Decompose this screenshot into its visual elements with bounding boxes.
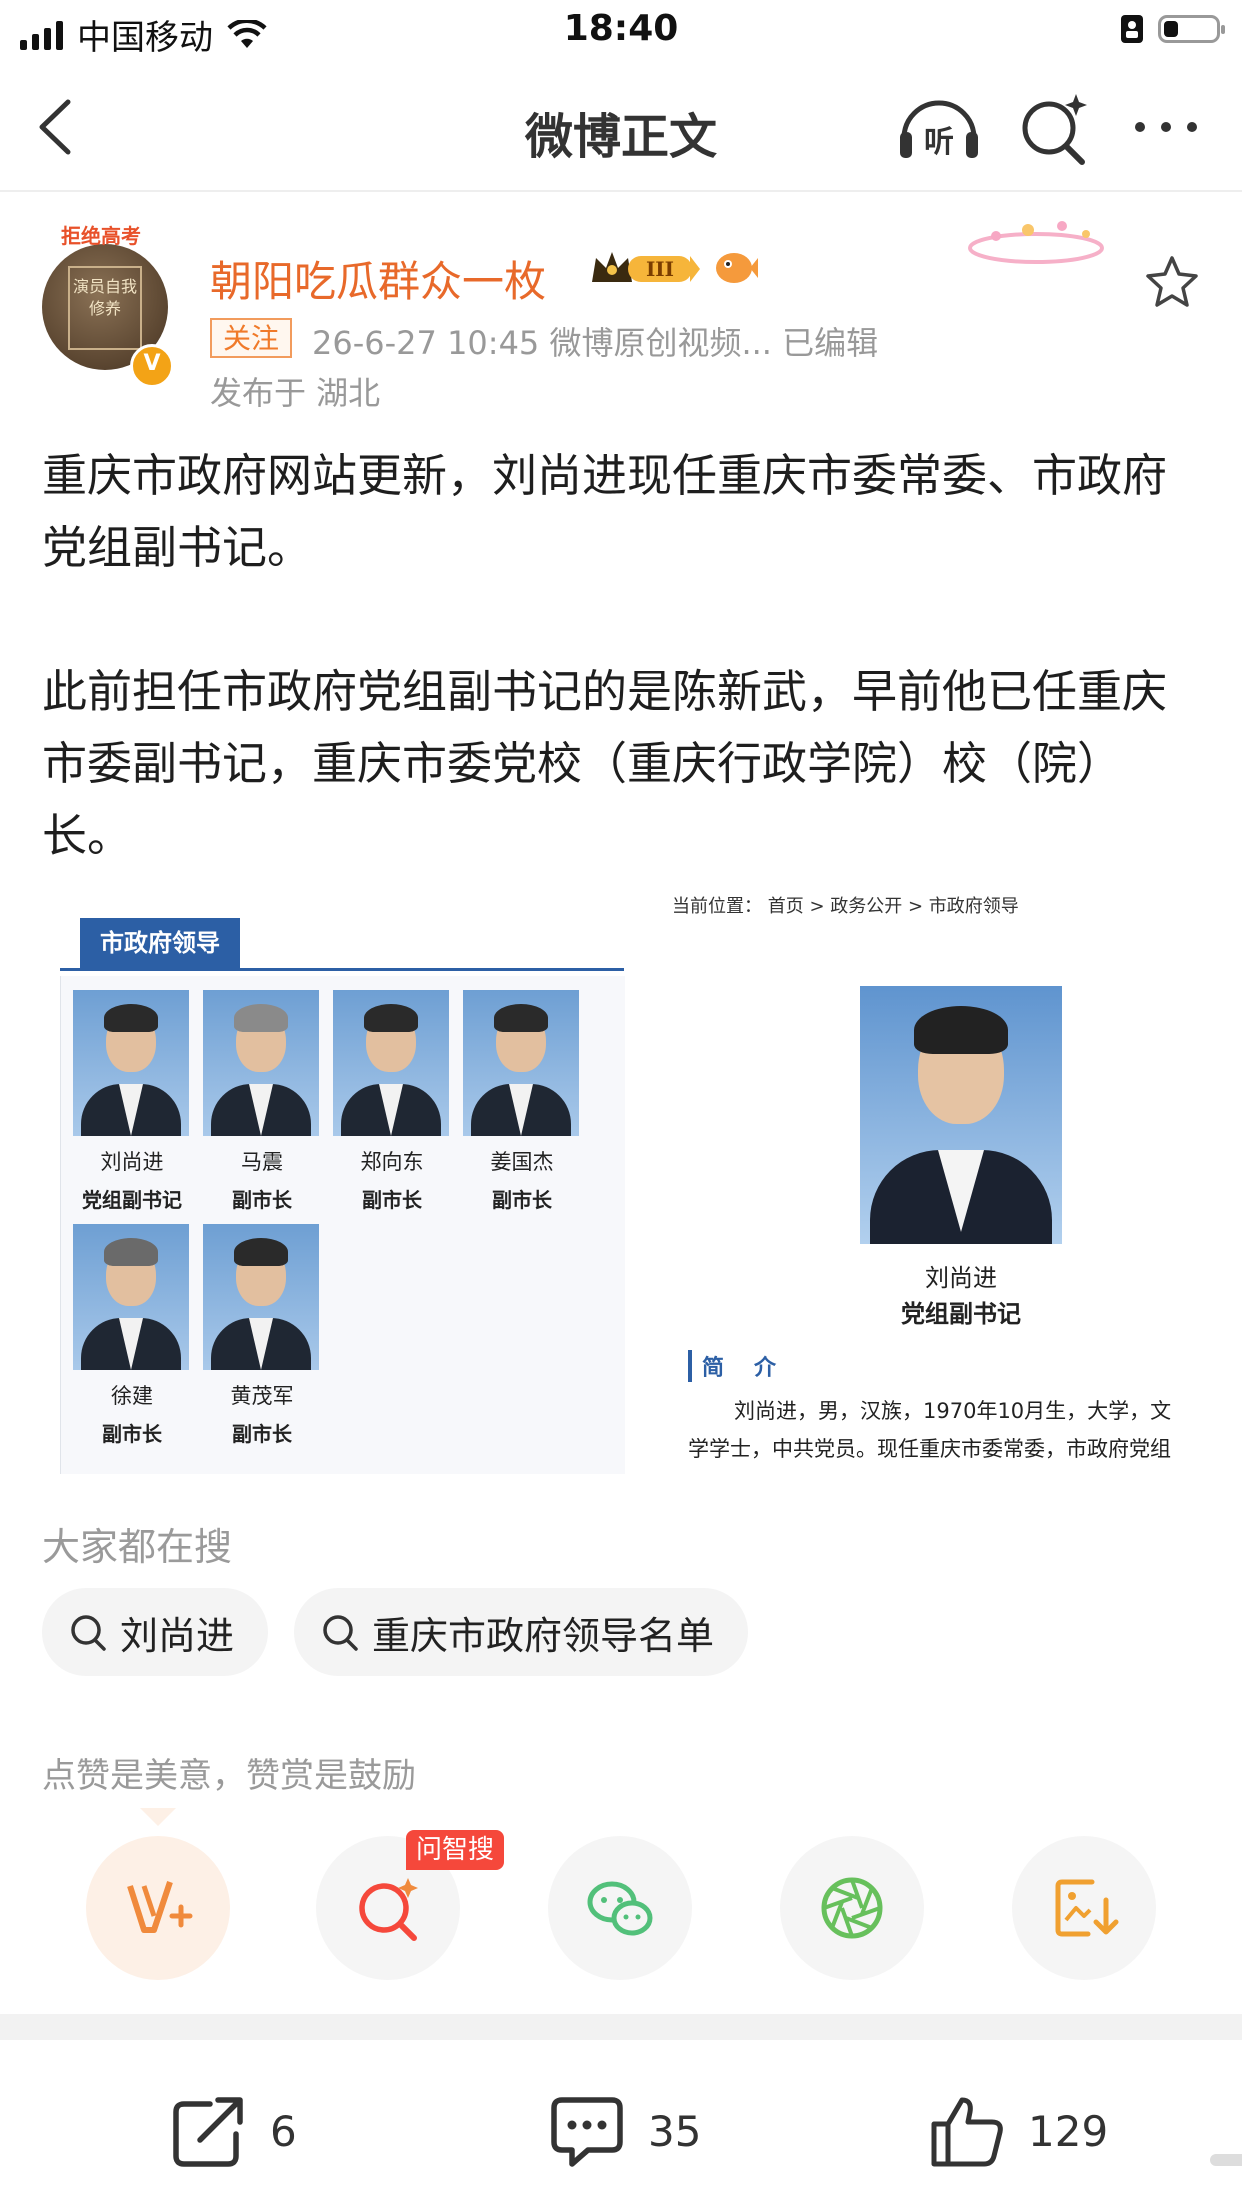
leader-photo bbox=[463, 990, 579, 1136]
leader-card: 姜国杰 副市长 bbox=[463, 990, 581, 1213]
save-image-icon bbox=[1055, 1879, 1119, 1937]
leader-photo bbox=[203, 1224, 319, 1370]
follow-tag[interactable]: 关注 bbox=[210, 318, 292, 358]
post-meta: 26-6-27 10:45 微博原创视频... 已编辑 bbox=[312, 324, 879, 362]
save-image-button[interactable] bbox=[1012, 1836, 1156, 1980]
post-body: 重庆市政府网站更新，刘尚进现任重庆市委常委、市政府党组副书记。 此前担任市政府党… bbox=[42, 440, 1202, 944]
comment-count: 35 bbox=[648, 2106, 702, 2156]
verified-badge-icon: V bbox=[130, 344, 174, 388]
wechat-share-button[interactable] bbox=[548, 1836, 692, 1980]
search-chip[interactable]: 刘尚进 bbox=[42, 1588, 269, 1676]
leader-photo bbox=[203, 990, 319, 1136]
leader-photo bbox=[73, 990, 189, 1136]
status-time: 18:40 bbox=[563, 8, 679, 49]
intro-heading: 简介 bbox=[688, 1350, 806, 1382]
moments-share-button[interactable] bbox=[780, 1836, 924, 1980]
favorite-star-icon[interactable] bbox=[1142, 252, 1202, 312]
decoration-icon bbox=[968, 221, 1104, 264]
profile-title: 党组副书记 bbox=[901, 1300, 1021, 1328]
post-location: 发布于 湖北 bbox=[210, 374, 381, 412]
leader-photo bbox=[333, 990, 449, 1136]
svg-text:III: III bbox=[646, 257, 674, 281]
repost-button[interactable]: 6 bbox=[170, 2094, 297, 2168]
moments-aperture-icon bbox=[821, 1877, 883, 1939]
search-icon bbox=[71, 1615, 106, 1651]
author-header: 演员自我修养 拒绝高考 V 朝阳吃瓜群众一枚 III 关注 26-6-27 10… bbox=[0, 192, 1242, 412]
ai-search-icon bbox=[359, 1878, 418, 1941]
reward-button[interactable] bbox=[86, 1836, 230, 1980]
status-bar: 中国移动 18:40 bbox=[0, 0, 1242, 64]
battery-icon bbox=[1158, 15, 1225, 43]
avatar-book-cover: 演员自我修养 bbox=[68, 266, 142, 350]
portrait-lock-icon bbox=[1121, 15, 1143, 43]
ask-search-badge: 问智搜 bbox=[406, 1830, 504, 1870]
search-chip[interactable]: 重庆市政府领导名单 bbox=[294, 1588, 749, 1676]
profile-name: 刘尚进 bbox=[925, 1264, 997, 1292]
trending-search-label: 大家都在搜 bbox=[42, 1525, 233, 1569]
crown-level-badge-icon: III bbox=[592, 252, 700, 282]
post-paragraph: 此前担任市政府党组副书记的是陈新武，早前他已任重庆市委副书记，重庆市委党校（重庆… bbox=[42, 665, 1168, 862]
home-indicator bbox=[1210, 2154, 1242, 2166]
reward-label: 点赞是美意，赞赏是鼓励 bbox=[42, 1756, 416, 1796]
author-name[interactable]: 朝阳吃瓜群众一枚 bbox=[210, 248, 546, 309]
headphones-listen-icon[interactable]: 听 bbox=[896, 92, 982, 164]
repost-icon bbox=[173, 2097, 243, 2167]
profile-photo bbox=[860, 986, 1062, 1244]
nav-bar: 微博正文 听 bbox=[0, 64, 1242, 192]
search-icon bbox=[323, 1615, 358, 1651]
bottom-action-bar: 6 35 129 bbox=[0, 2040, 1242, 2208]
avatar[interactable]: 演员自我修养 拒绝高考 V bbox=[38, 218, 178, 388]
profile-bio: 刘尚进，男，汉族，1970年10月生，大学，文学学士，中共党员。现任重庆市委常委… bbox=[688, 1399, 1172, 1461]
breadcrumb: 当前位置： 首页 > 政务公开 > 市政府领导 bbox=[672, 896, 1019, 917]
post-paragraph: 重庆市政府网站更新，刘尚进现任重庆市委常委、市政府党组副书记。 bbox=[42, 449, 1168, 574]
wechat-icon bbox=[587, 1881, 653, 1936]
section-divider bbox=[0, 2014, 1242, 2040]
post-image[interactable]: 市政府领导 刘尚进 党组副书记 马震 副市长 郑向东 副市长 姜国杰 副市长 徐… bbox=[42, 880, 1204, 1474]
leader-card: 刘尚进 党组副书记 bbox=[73, 990, 191, 1213]
avatar-pendant-tag: 拒绝高考 bbox=[61, 224, 141, 248]
comment-button[interactable]: 35 bbox=[548, 2094, 701, 2168]
leader-card: 黄茂军 副市长 bbox=[203, 1224, 321, 1447]
leaders-tab: 市政府领导 bbox=[80, 918, 240, 968]
leader-card: 徐建 副市长 bbox=[73, 1224, 191, 1447]
leader-profile-panel: 当前位置： 首页 > 政务公开 > 市政府领导 刘尚进 党组副书记 简介 刘尚进… bbox=[628, 880, 1204, 1474]
reward-v-plus-icon bbox=[127, 1881, 193, 1933]
thumbs-up-icon bbox=[931, 2097, 1003, 2167]
repost-count: 6 bbox=[270, 2106, 297, 2156]
like-button[interactable]: 129 bbox=[928, 2094, 1108, 2168]
pointer-caret-icon bbox=[140, 1808, 176, 1826]
leader-photo bbox=[73, 1224, 189, 1370]
fish-badge-icon bbox=[716, 253, 758, 283]
leader-card: 马震 副市长 bbox=[203, 990, 321, 1213]
svg-text:听: 听 bbox=[924, 125, 954, 160]
more-icon[interactable] bbox=[1130, 104, 1202, 150]
leaders-panel: 市政府领导 刘尚进 党组副书记 马震 副市长 郑向东 副市长 姜国杰 副市长 徐… bbox=[60, 880, 625, 1474]
leader-card: 郑向东 副市长 bbox=[333, 990, 451, 1213]
ai-search-icon[interactable] bbox=[1016, 90, 1092, 166]
like-count: 129 bbox=[1028, 2106, 1109, 2156]
comment-icon bbox=[551, 2097, 623, 2167]
